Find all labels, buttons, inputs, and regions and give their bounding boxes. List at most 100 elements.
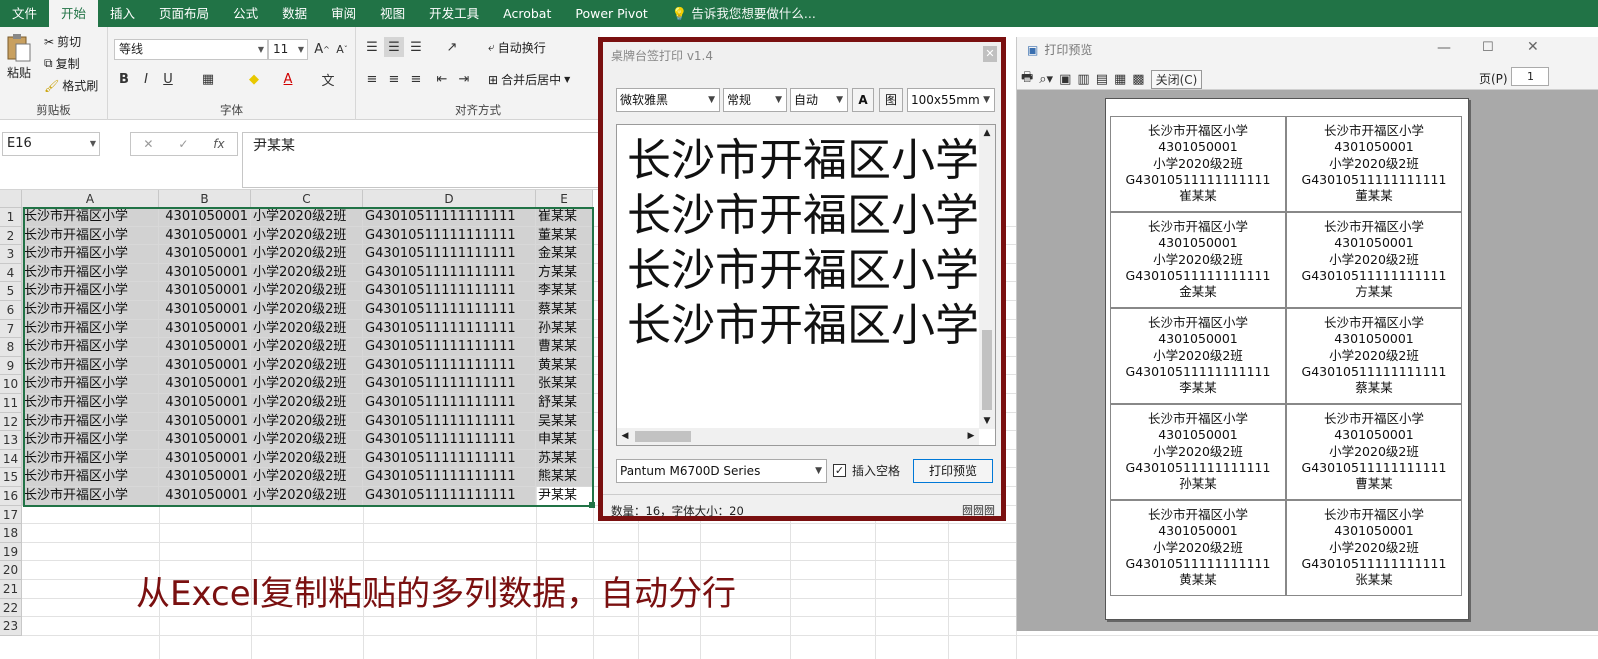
column-header[interactable]: D — [363, 190, 536, 208]
shrink-font-icon[interactable]: Aˇ — [332, 39, 352, 59]
row-header[interactable]: 11 — [0, 394, 22, 413]
table-cell[interactable]: 小学2020级2班 — [251, 301, 363, 320]
maximize-icon[interactable]: ☐ — [1482, 40, 1494, 55]
insert-function-button[interactable]: fx — [213, 137, 224, 151]
page-number-input[interactable]: 1 — [1511, 67, 1549, 86]
row-header[interactable]: 20 — [0, 561, 22, 580]
close-icon[interactable]: ✕ — [1527, 39, 1539, 55]
ribbon-tab[interactable]: 页面布局 — [147, 0, 221, 27]
italic-button[interactable]: I — [136, 69, 156, 89]
row-header[interactable]: 17 — [0, 505, 22, 525]
underline-button[interactable]: U — [158, 69, 178, 89]
align-center-icon[interactable]: ≡ — [384, 69, 404, 89]
table-cell[interactable]: 长沙市开福区小学 — [22, 412, 159, 432]
row-header[interactable]: 4 — [0, 263, 22, 283]
font-name-select[interactable]: 等线 ▼ — [114, 39, 268, 60]
table-cell[interactable]: 4301050001 — [159, 301, 251, 320]
ribbon-tab[interactable]: 文件 — [0, 0, 49, 27]
orientation-icon[interactable]: ↗ — [442, 37, 462, 57]
ribbon-tab[interactable]: 插入 — [98, 0, 147, 27]
table-cell[interactable]: G43010511111111111 — [363, 412, 536, 432]
row-header[interactable]: 3 — [0, 245, 22, 264]
table-cell[interactable]: 小学2020级2班 — [251, 338, 363, 357]
row-header[interactable]: 23 — [0, 617, 22, 636]
table-cell[interactable]: 小学2020级2班 — [251, 356, 363, 376]
table-cell[interactable]: 长沙市开福区小学 — [22, 394, 159, 413]
row-header[interactable]: 6 — [0, 301, 22, 320]
table-cell[interactable]: G43010511111111111 — [363, 301, 536, 320]
bold-button[interactable]: B — [114, 69, 134, 89]
table-cell[interactable]: 小学2020级2班 — [251, 449, 363, 469]
table-cell[interactable]: 曹某某 — [536, 338, 593, 357]
ribbon-tab[interactable]: Power Pivot — [563, 0, 659, 27]
table-cell[interactable]: 长沙市开福区小学 — [22, 226, 159, 246]
two-page-icon[interactable]: ▥ — [1077, 72, 1089, 87]
tell-me-box[interactable]: 💡 告诉我您想要做什么... — [660, 0, 828, 27]
table-cell[interactable]: 小学2020级2班 — [251, 375, 363, 394]
paste-button[interactable]: 粘贴 — [6, 33, 32, 81]
printer-icon[interactable]: 🖶 — [1021, 68, 1033, 90]
table-cell[interactable]: G43010511111111111 — [363, 449, 536, 469]
row-header[interactable]: 1 — [0, 208, 22, 227]
table-cell[interactable]: G43010511111111111 — [363, 338, 536, 357]
paper-size-select[interactable]: 100x55mm ▼ — [907, 88, 995, 112]
font-color-icon[interactable]: A — [278, 69, 298, 89]
minimize-icon[interactable]: — — [1437, 40, 1451, 56]
table-cell[interactable]: 4301050001 — [159, 412, 251, 432]
table-cell[interactable]: 4301050001 — [159, 319, 251, 339]
name-box[interactable]: E16 ▼ — [2, 132, 100, 156]
row-header[interactable]: 19 — [0, 542, 22, 562]
table-cell[interactable]: 4301050001 — [159, 208, 251, 227]
table-cell[interactable]: 张某某 — [536, 375, 593, 394]
row-header[interactable]: 7 — [0, 319, 22, 339]
table-cell[interactable]: 蔡某某 — [536, 301, 593, 320]
table-cell[interactable]: G43010511111111111 — [363, 468, 536, 487]
table-cell[interactable]: G43010511111111111 — [363, 375, 536, 394]
table-cell[interactable]: G43010511111111111 — [363, 487, 536, 506]
table-cell[interactable]: 4301050001 — [159, 449, 251, 469]
table-cell[interactable]: 4301050001 — [159, 263, 251, 283]
phonetic-icon[interactable]: 文 — [318, 69, 338, 89]
formula-input[interactable]: 尹某某 — [242, 132, 602, 188]
row-header[interactable]: 15 — [0, 468, 22, 487]
ribbon-tab[interactable]: 数据 — [270, 0, 319, 27]
scroll-down-icon[interactable]: ▼ — [979, 413, 995, 429]
font-size-auto-select[interactable]: 自动 ▼ — [790, 88, 848, 112]
table-cell[interactable]: G43010511111111111 — [363, 245, 536, 264]
scroll-left-icon[interactable]: ◀ — [617, 428, 633, 445]
merge-center-button[interactable]: ⊞ 合并后居中 ▼ — [488, 71, 570, 88]
table-cell[interactable]: 小学2020级2班 — [251, 394, 363, 413]
table-cell[interactable]: 金某某 — [536, 245, 593, 264]
ribbon-tab[interactable]: 开始 — [49, 0, 99, 27]
column-header[interactable]: E — [536, 190, 593, 208]
table-cell[interactable]: G43010511111111111 — [363, 263, 536, 283]
decrease-indent-icon[interactable]: ⇤ — [432, 69, 452, 89]
table-cell[interactable]: 长沙市开福区小学 — [22, 468, 159, 487]
format-painter-button[interactable]: 🖌 格式刷 — [44, 77, 98, 94]
table-cell[interactable]: 小学2020级2班 — [251, 282, 363, 301]
cut-button[interactable]: ✂ 剪切 — [44, 33, 81, 50]
table-cell[interactable]: G43010511111111111 — [363, 226, 536, 246]
table-cell[interactable]: G43010511111111111 — [363, 208, 536, 227]
table-cell[interactable]: 4301050001 — [159, 282, 251, 301]
ribbon-tab[interactable]: Acrobat — [491, 0, 563, 27]
table-cell[interactable]: G43010511111111111 — [363, 431, 536, 450]
table-cell[interactable]: 4301050001 — [159, 431, 251, 450]
table-cell[interactable]: 小学2020级2班 — [251, 319, 363, 339]
column-header[interactable]: A — [22, 190, 159, 208]
table-cell[interactable]: 小学2020级2班 — [251, 208, 363, 227]
row-header[interactable]: 21 — [0, 580, 22, 599]
text-editor[interactable]: 长沙市开福区小学 长沙市开福区小学 长沙市开福区小学 长沙市开福区小学 ▲ ▼ … — [616, 124, 996, 446]
fill-color-icon[interactable]: ◆ — [244, 69, 264, 89]
align-bottom-icon[interactable]: ☰ — [406, 37, 426, 57]
row-header[interactable]: 2 — [0, 226, 22, 246]
grow-font-icon[interactable]: A ^ — [312, 39, 332, 59]
table-cell[interactable]: 小学2020级2班 — [251, 245, 363, 264]
align-top-icon[interactable]: ☰ — [362, 37, 382, 57]
table-cell[interactable]: 4301050001 — [159, 468, 251, 487]
table-cell[interactable]: 小学2020级2班 — [251, 487, 363, 506]
table-cell[interactable]: 方某某 — [536, 263, 593, 283]
table-cell[interactable]: 长沙市开福区小学 — [22, 263, 159, 283]
row-header[interactable]: 9 — [0, 356, 22, 376]
table-cell[interactable]: 孙某某 — [536, 319, 593, 339]
